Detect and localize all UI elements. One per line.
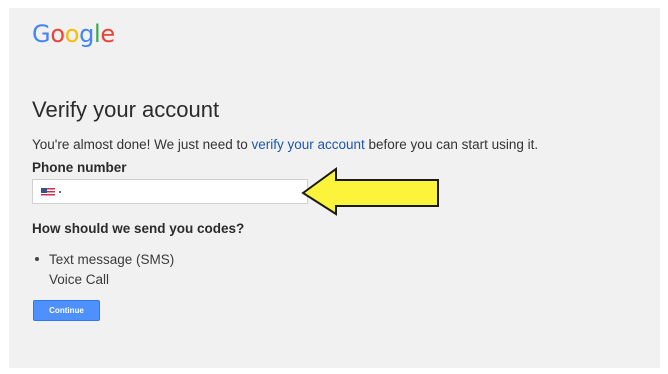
country-code-selector[interactable] [41,187,61,197]
intro-text: You're almost done! We just need to veri… [32,136,538,154]
phone-number-label: Phone number [32,160,127,175]
annotation-arrow-shape [301,167,439,216]
send-codes-label: How should we send you codes? [32,221,245,236]
us-flag-icon [41,187,55,197]
sms-option-label: Text message (SMS) [49,251,175,267]
voice-call-option-label: Voice Call [49,271,110,287]
intro-text-start: You're almost done! We just need to [32,137,252,152]
continue-button[interactable]: Continue [33,300,100,321]
left-arrow-icon [301,167,439,216]
logo-letter: o [64,20,80,48]
google-logo: Google [32,20,115,48]
logo-letter: o [50,20,65,48]
sms-option[interactable]: Text message (SMS) [32,250,174,268]
page-title: Verify your account [32,97,220,122]
logo-letter: e [100,20,115,48]
dropdown-caret-icon [59,191,61,193]
phone-number-input[interactable] [83,182,303,201]
logo-letter: g [79,20,95,48]
logo-letter: G [32,20,51,48]
sms-radio-button[interactable] [32,254,42,264]
intro-text-end: before you can start using it. [364,137,539,152]
verify-account-link[interactable]: verify your account [251,137,364,152]
voice-call-radio-button[interactable] [32,274,42,284]
voice-call-option[interactable]: Voice Call [32,270,109,288]
phone-number-field [32,179,308,204]
